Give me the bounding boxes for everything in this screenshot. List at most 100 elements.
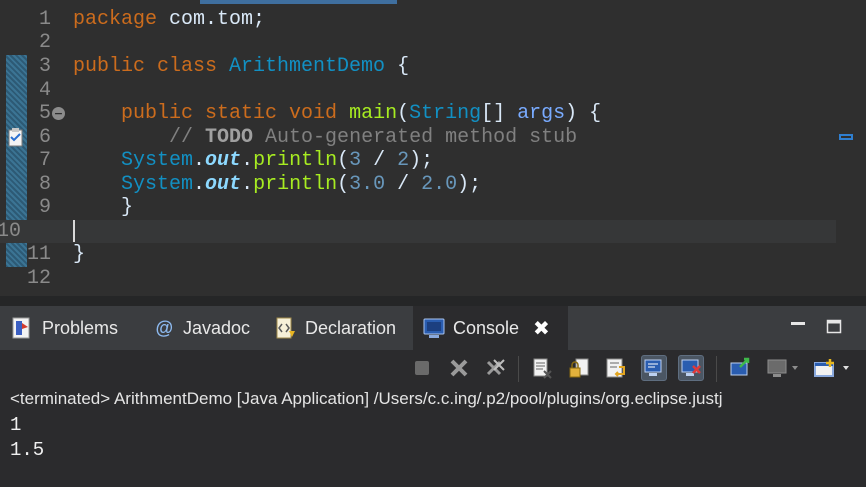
code-token: println <box>253 173 338 196</box>
code-line[interactable]: 9 } <box>0 196 866 219</box>
code-line[interactable]: 7 System.out.println(3 / 2); <box>0 149 866 172</box>
code-token: ( <box>337 173 350 196</box>
code-line[interactable]: 10 <box>0 220 836 243</box>
code-token: out <box>205 149 242 172</box>
tab-label: Console <box>453 317 520 338</box>
line-number: 8 <box>38 173 51 196</box>
code-token: ( <box>337 149 350 172</box>
terminate-icon[interactable] <box>409 355 435 381</box>
text-cursor <box>73 220 75 242</box>
code-token: public <box>73 102 206 125</box>
code-token: 2.0 <box>421 173 458 196</box>
javadoc-icon: @ <box>155 318 173 338</box>
line-number: 9 <box>38 196 51 219</box>
line-number: 11 <box>26 243 51 266</box>
console-status: <terminated> ArithmentDemo [Java Applica… <box>0 388 866 410</box>
code-line[interactable]: 6 // TODO Auto-generated method stub <box>0 126 866 149</box>
scroll-lock-icon[interactable] <box>566 355 592 381</box>
tab-problems[interactable]: Problems <box>2 306 138 350</box>
tab-javadoc[interactable]: @ Javadoc <box>143 306 267 350</box>
panel-tab-bar: Problems @ Javadoc Declaration Console ✖ <box>0 306 866 350</box>
code-token: static <box>205 102 290 125</box>
tab-declaration[interactable]: Declaration <box>265 306 415 350</box>
code-token: [] <box>481 102 518 125</box>
code-text: public class ArithmentDemo { <box>73 55 409 78</box>
code-token: Auto-generated method stub <box>253 126 578 149</box>
code-text <box>73 220 75 243</box>
declaration-icon <box>275 317 297 339</box>
line-number: 10 <box>0 220 21 243</box>
code-token: } <box>73 196 134 219</box>
line-number: 3 <box>38 55 51 78</box>
panel-splitter[interactable] <box>0 296 866 306</box>
word-wrap-icon[interactable] <box>603 355 629 381</box>
line-number: 1 <box>38 8 51 31</box>
remove-launch-icon[interactable] <box>446 355 472 381</box>
output-line: 1.5 <box>10 439 45 461</box>
code-line[interactable]: 5− public static void main(String[] args… <box>0 102 866 125</box>
line-number: 12 <box>26 267 51 290</box>
code-text: // TODO Auto-generated method stub <box>73 126 577 149</box>
code-line[interactable]: 1 package com.tom; <box>0 8 866 31</box>
code-token: . <box>193 173 206 196</box>
open-console-icon[interactable] <box>811 355 855 381</box>
code-token: . <box>193 149 206 172</box>
code-text: package com.tom; <box>73 8 265 31</box>
line-number: 5 <box>38 102 51 125</box>
code-token: . <box>241 173 254 196</box>
editor-tab-indicator <box>200 0 397 4</box>
code-token: class <box>157 55 230 78</box>
code-line[interactable]: 11} <box>0 243 866 266</box>
code-token: ) { <box>565 102 602 125</box>
pin-console-icon[interactable] <box>727 355 753 381</box>
console-output[interactable]: 1 1.5 <box>0 410 866 487</box>
code-token: main <box>349 102 398 125</box>
code-line[interactable]: 3 public class ArithmentDemo { <box>0 55 866 78</box>
code-line[interactable]: 4 <box>0 79 866 102</box>
code-token: System <box>121 149 194 172</box>
code-line[interactable]: 12 <box>0 267 866 290</box>
code-token: 3 <box>349 149 362 172</box>
task-marker-icon[interactable] <box>8 127 24 147</box>
remove-all-icon[interactable] <box>483 355 509 381</box>
code-line[interactable]: 2 <box>0 31 866 54</box>
code-token: ); <box>457 173 482 196</box>
code-token: 2 <box>397 149 410 172</box>
console-icon <box>423 317 445 339</box>
line-number: 7 <box>38 149 51 172</box>
close-icon[interactable]: ✖ <box>533 316 550 340</box>
display-console-icon[interactable] <box>764 355 802 381</box>
code-token: public <box>73 55 158 78</box>
tab-console[interactable]: Console ✖ <box>413 306 568 350</box>
code-token: ); <box>409 149 434 172</box>
code-token: / <box>361 149 398 172</box>
code-text: public static void main(String[] args) { <box>73 102 601 125</box>
code-token: ( <box>397 102 410 125</box>
code-line[interactable]: 8 System.out.println(3.0 / 2.0); <box>0 173 866 196</box>
code-text: } <box>73 243 85 266</box>
problems-icon <box>12 317 34 339</box>
code-token: String <box>409 102 482 125</box>
code-text: System.out.println(3.0 / 2.0); <box>73 173 481 196</box>
clear-console-icon[interactable] <box>529 355 555 381</box>
show-on-stderr-icon[interactable] <box>678 355 704 381</box>
code-token: { <box>385 55 410 78</box>
minimize-icon[interactable] <box>790 318 806 334</box>
tab-label: Javadoc <box>183 317 251 338</box>
code-token: . <box>241 149 254 172</box>
code-token: } <box>73 243 86 266</box>
code-token: com.tom; <box>169 8 266 31</box>
line-number: 2 <box>38 31 51 54</box>
code-token: // <box>73 126 206 149</box>
output-line: 1 <box>10 414 22 436</box>
tab-label: Problems <box>42 317 119 338</box>
code-token: System <box>121 173 194 196</box>
code-editor[interactable]: 1 package com.tom; 2 3 public class Arithmen… <box>0 0 866 296</box>
code-token: / <box>385 173 422 196</box>
code-token: println <box>253 149 338 172</box>
maximize-icon[interactable] <box>826 318 842 334</box>
show-on-stdout-icon[interactable] <box>641 355 667 381</box>
console-toolbar <box>0 350 866 388</box>
fold-collapse-icon[interactable]: − <box>52 107 65 120</box>
